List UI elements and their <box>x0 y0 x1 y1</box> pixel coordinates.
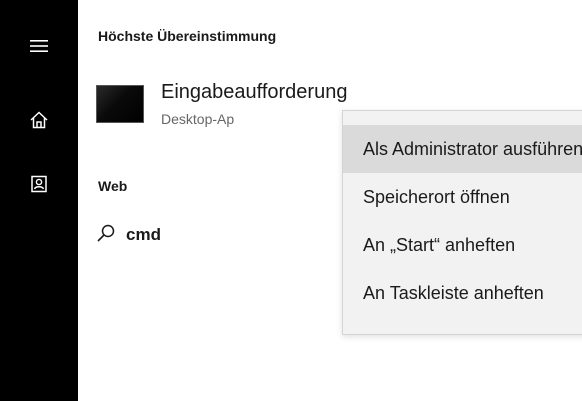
web-heading: Web <box>98 178 128 194</box>
pin-to-start-menu-item[interactable]: An „Start“ anheften <box>343 221 582 269</box>
home-button[interactable] <box>0 96 78 144</box>
documents-button[interactable] <box>0 160 78 208</box>
hamburger-menu-icon <box>29 38 49 54</box>
pin-to-taskbar-menu-item[interactable]: An Taskleiste anheften <box>343 269 582 317</box>
start-search-window: Höchste Übereinstimmung Eingabeaufforder… <box>0 0 582 401</box>
context-menu: Als Administrator ausführen Speicherort … <box>342 110 582 335</box>
start-left-rail <box>0 0 78 401</box>
run-as-admin-menu-item[interactable]: Als Administrator ausführen <box>343 125 582 173</box>
search-results-panel: Höchste Übereinstimmung Eingabeaufforder… <box>78 0 582 401</box>
open-file-location-menu-item[interactable]: Speicherort öffnen <box>343 173 582 221</box>
documents-icon <box>29 174 49 194</box>
hamburger-menu-button[interactable] <box>0 22 78 70</box>
web-search-result[interactable]: cmd <box>96 220 161 250</box>
app-subtitle: Desktop-Ap <box>161 111 235 127</box>
web-query: cmd <box>126 225 161 244</box>
app-name: Eingabeaufforderung <box>161 81 348 103</box>
best-match-heading: Höchste Übereinstimmung <box>98 28 277 44</box>
search-icon <box>96 223 116 248</box>
command-prompt-thumbnail-icon <box>96 85 144 123</box>
home-icon <box>29 110 49 130</box>
